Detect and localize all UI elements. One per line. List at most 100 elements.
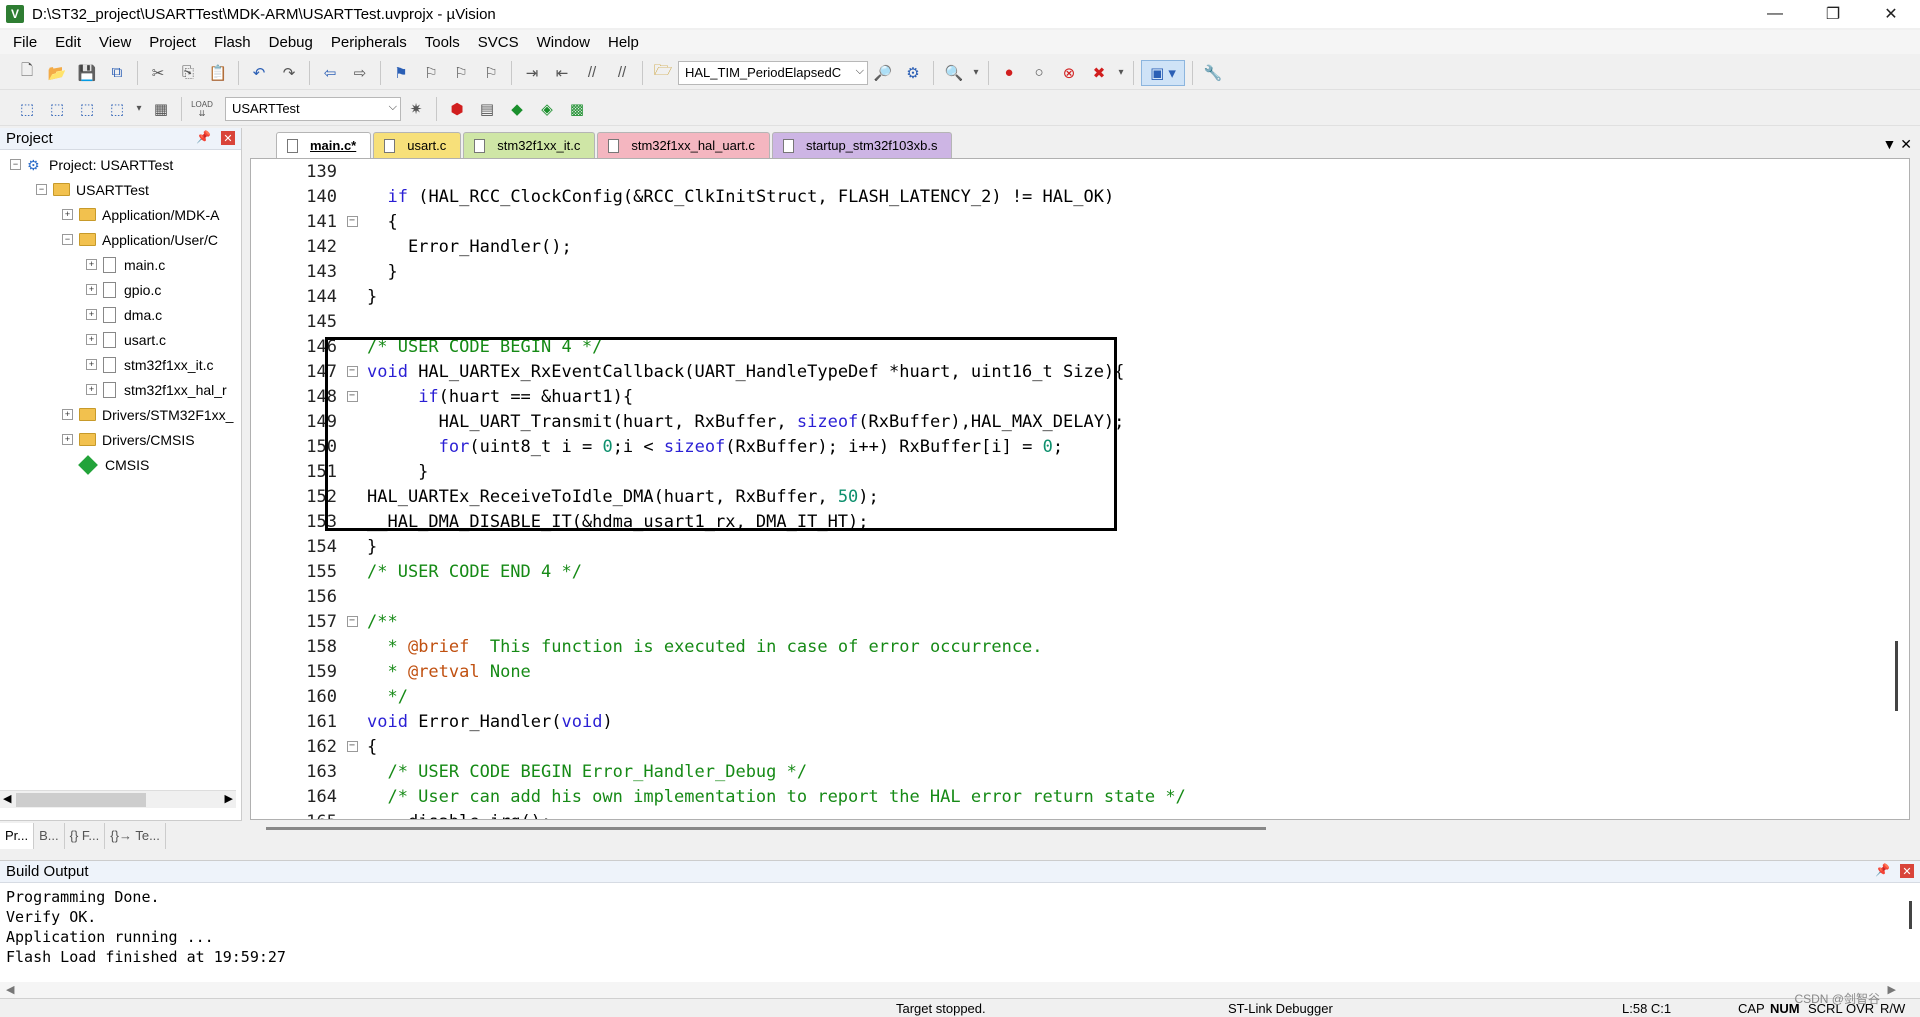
tab-functions[interactable]: {} F... bbox=[65, 822, 106, 849]
disable-all-breakpoints-icon[interactable]: ⊗ bbox=[1056, 60, 1082, 86]
code-line[interactable]: 145 bbox=[251, 309, 1871, 334]
scroll-right-icon[interactable]: ▶ bbox=[1888, 983, 1896, 996]
uncomment-icon[interactable]: // bbox=[609, 60, 635, 86]
configure-wrench-icon[interactable]: 🔧 bbox=[1200, 60, 1226, 86]
expand-icon[interactable]: + bbox=[62, 434, 73, 445]
code-line[interactable]: 161 void Error_Handler(void) bbox=[251, 709, 1871, 734]
collapse-icon[interactable]: − bbox=[62, 234, 73, 245]
next-bookmark-icon[interactable]: ⚐ bbox=[448, 60, 474, 86]
fold-gutter[interactable]: − bbox=[337, 616, 367, 627]
expand-icon[interactable]: + bbox=[86, 359, 97, 370]
pack-installer-icon[interactable]: ◈ bbox=[534, 96, 560, 122]
save-all-icon[interactable]: ⧉ bbox=[104, 60, 130, 86]
new-file-icon[interactable]: 🗋 bbox=[14, 60, 40, 86]
file-extensions-icon[interactable]: ▤ bbox=[474, 96, 500, 122]
menu-tools[interactable]: Tools bbox=[416, 34, 469, 51]
expand-icon[interactable]: + bbox=[62, 209, 73, 220]
tree-node-file[interactable]: + dma.c bbox=[0, 302, 241, 327]
dropdown-arrow-icon[interactable]: ▾ bbox=[1116, 60, 1126, 86]
tab-list-and-close-icon[interactable]: ▼ ✕ bbox=[1883, 136, 1912, 153]
dropdown-arrow-icon[interactable]: ▾ bbox=[134, 96, 144, 122]
fold-gutter[interactable]: − bbox=[337, 216, 367, 227]
find-in-files-icon[interactable]: 🗁 bbox=[650, 60, 676, 86]
code-line[interactable]: 141− { bbox=[251, 209, 1871, 234]
menu-file[interactable]: File bbox=[4, 34, 46, 51]
close-window-button[interactable]: ✕ bbox=[1862, 0, 1920, 28]
load-download-icon[interactable]: LOAD ⇊ bbox=[189, 96, 215, 122]
menu-project[interactable]: Project bbox=[140, 34, 205, 51]
run-time-env-icon[interactable]: ▩ bbox=[564, 96, 590, 122]
target-options-icon[interactable]: ✷ bbox=[403, 96, 429, 122]
paste-icon[interactable]: 📋 bbox=[205, 60, 231, 86]
menu-flash[interactable]: Flash bbox=[205, 34, 260, 51]
batch-build-icon[interactable]: ⬚ bbox=[104, 96, 130, 122]
collapse-icon[interactable]: − bbox=[36, 184, 47, 195]
translate-icon[interactable]: ⬚ bbox=[14, 96, 40, 122]
tab-stm32f1xx-it-c[interactable]: stm32f1xx_it.c bbox=[463, 132, 596, 158]
stop-build-icon[interactable]: ▦ bbox=[148, 96, 174, 122]
code-editor[interactable]: 139 140 if (HAL_RCC_ClockConfig(&RCC_ClkI… bbox=[250, 158, 1910, 820]
bookmark-icon[interactable]: ⚑ bbox=[388, 60, 414, 86]
menu-window[interactable]: Window bbox=[528, 34, 599, 51]
tree-node-file[interactable]: + usart.c bbox=[0, 327, 241, 352]
tab-books[interactable]: B... bbox=[34, 822, 65, 849]
scroll-right-icon[interactable]: ▶ bbox=[225, 792, 233, 805]
close-panel-icon[interactable]: ✕ bbox=[1900, 864, 1914, 878]
tree-node-group-drivers[interactable]: + Drivers/STM32F1xx_ bbox=[0, 402, 241, 427]
incremental-find-icon[interactable]: ⚙ bbox=[900, 60, 926, 86]
rebuild-icon[interactable]: ⬚ bbox=[74, 96, 100, 122]
clear-bookmarks-icon[interactable]: ⚐ bbox=[478, 60, 504, 86]
window-layout-icon[interactable]: ▣ ▾ bbox=[1141, 59, 1185, 86]
tab-startup-s[interactable]: startup_stm32f103xb.s bbox=[771, 132, 953, 158]
select-packs-icon[interactable]: ◆ bbox=[504, 96, 530, 122]
code-line[interactable]: 164 /* User can add his own implementati… bbox=[251, 784, 1871, 809]
debug-session-icon[interactable]: 🔍 bbox=[941, 60, 967, 86]
scrollbar-thumb[interactable] bbox=[266, 827, 1266, 830]
expand-icon[interactable]: + bbox=[86, 384, 97, 395]
menu-debug[interactable]: Debug bbox=[260, 34, 322, 51]
code-line[interactable]: 140 if (HAL_RCC_ClockConfig(&RCC_ClkInit… bbox=[251, 184, 1871, 209]
close-panel-icon[interactable]: ✕ bbox=[221, 131, 235, 145]
pin-icon[interactable]: 📌 bbox=[196, 130, 211, 144]
navigate-back-icon[interactable]: ⇦ bbox=[317, 60, 343, 86]
open-folder-icon[interactable]: 📂 bbox=[44, 60, 70, 86]
tab-main-c[interactable]: main.c* bbox=[276, 132, 372, 158]
expand-icon[interactable]: + bbox=[86, 309, 97, 320]
code-line[interactable]: 144} bbox=[251, 284, 1871, 309]
tree-node-file[interactable]: + stm32f1xx_it.c bbox=[0, 352, 241, 377]
minimize-button[interactable]: — bbox=[1746, 0, 1804, 28]
undo-icon[interactable]: ↶ bbox=[246, 60, 272, 86]
tree-node-group-mdk[interactable]: + Application/MDK-A bbox=[0, 202, 241, 227]
scroll-left-icon[interactable]: ◀ bbox=[6, 983, 14, 996]
code-vertical-scrollbar[interactable] bbox=[1889, 159, 1905, 819]
tab-stm32f1xx-hal-uart-c[interactable]: stm32f1xx_hal_uart.c bbox=[597, 132, 770, 158]
expand-icon[interactable]: + bbox=[86, 334, 97, 345]
pin-icon[interactable]: 📌 bbox=[1875, 863, 1890, 877]
collapse-icon[interactable]: − bbox=[10, 159, 21, 170]
comment-icon[interactable]: // bbox=[579, 60, 605, 86]
build-icon[interactable]: ⬚ bbox=[44, 96, 70, 122]
tab-templates[interactable]: {}→ Te... bbox=[105, 822, 166, 849]
save-icon[interactable]: 💾 bbox=[74, 60, 100, 86]
code-line[interactable]: 142 Error_Handler(); bbox=[251, 234, 1871, 259]
tree-node-target[interactable]: − USARTTest bbox=[0, 177, 241, 202]
code-horizontal-scrollbar[interactable] bbox=[266, 821, 1906, 837]
code-line[interactable]: 157−/** bbox=[251, 609, 1871, 634]
expand-icon[interactable]: + bbox=[86, 259, 97, 270]
prev-bookmark-icon[interactable]: ⚐ bbox=[418, 60, 444, 86]
tree-node-file[interactable]: + main.c bbox=[0, 252, 241, 277]
copy-icon[interactable]: ⎘ bbox=[175, 60, 201, 86]
menu-peripherals[interactable]: Peripherals bbox=[322, 34, 416, 51]
code-line[interactable]: 143 } bbox=[251, 259, 1871, 284]
redo-icon[interactable]: ↷ bbox=[276, 60, 302, 86]
expand-icon[interactable]: + bbox=[86, 284, 97, 295]
target-combo[interactable]: USARTTest ⌵ bbox=[225, 96, 401, 121]
find-icon[interactable]: 🔎 bbox=[870, 60, 896, 86]
code-line[interactable]: 139 bbox=[251, 159, 1871, 184]
menu-edit[interactable]: Edit bbox=[46, 34, 90, 51]
menu-view[interactable]: View bbox=[90, 34, 140, 51]
tree-node-group-user[interactable]: − Application/User/C bbox=[0, 227, 241, 252]
breakpoint-icon[interactable]: ● bbox=[996, 60, 1022, 86]
project-horizontal-scrollbar[interactable]: ◀ ▶ bbox=[0, 790, 236, 808]
code-line[interactable]: 155 /* USER CODE END 4 */ bbox=[251, 559, 1871, 584]
